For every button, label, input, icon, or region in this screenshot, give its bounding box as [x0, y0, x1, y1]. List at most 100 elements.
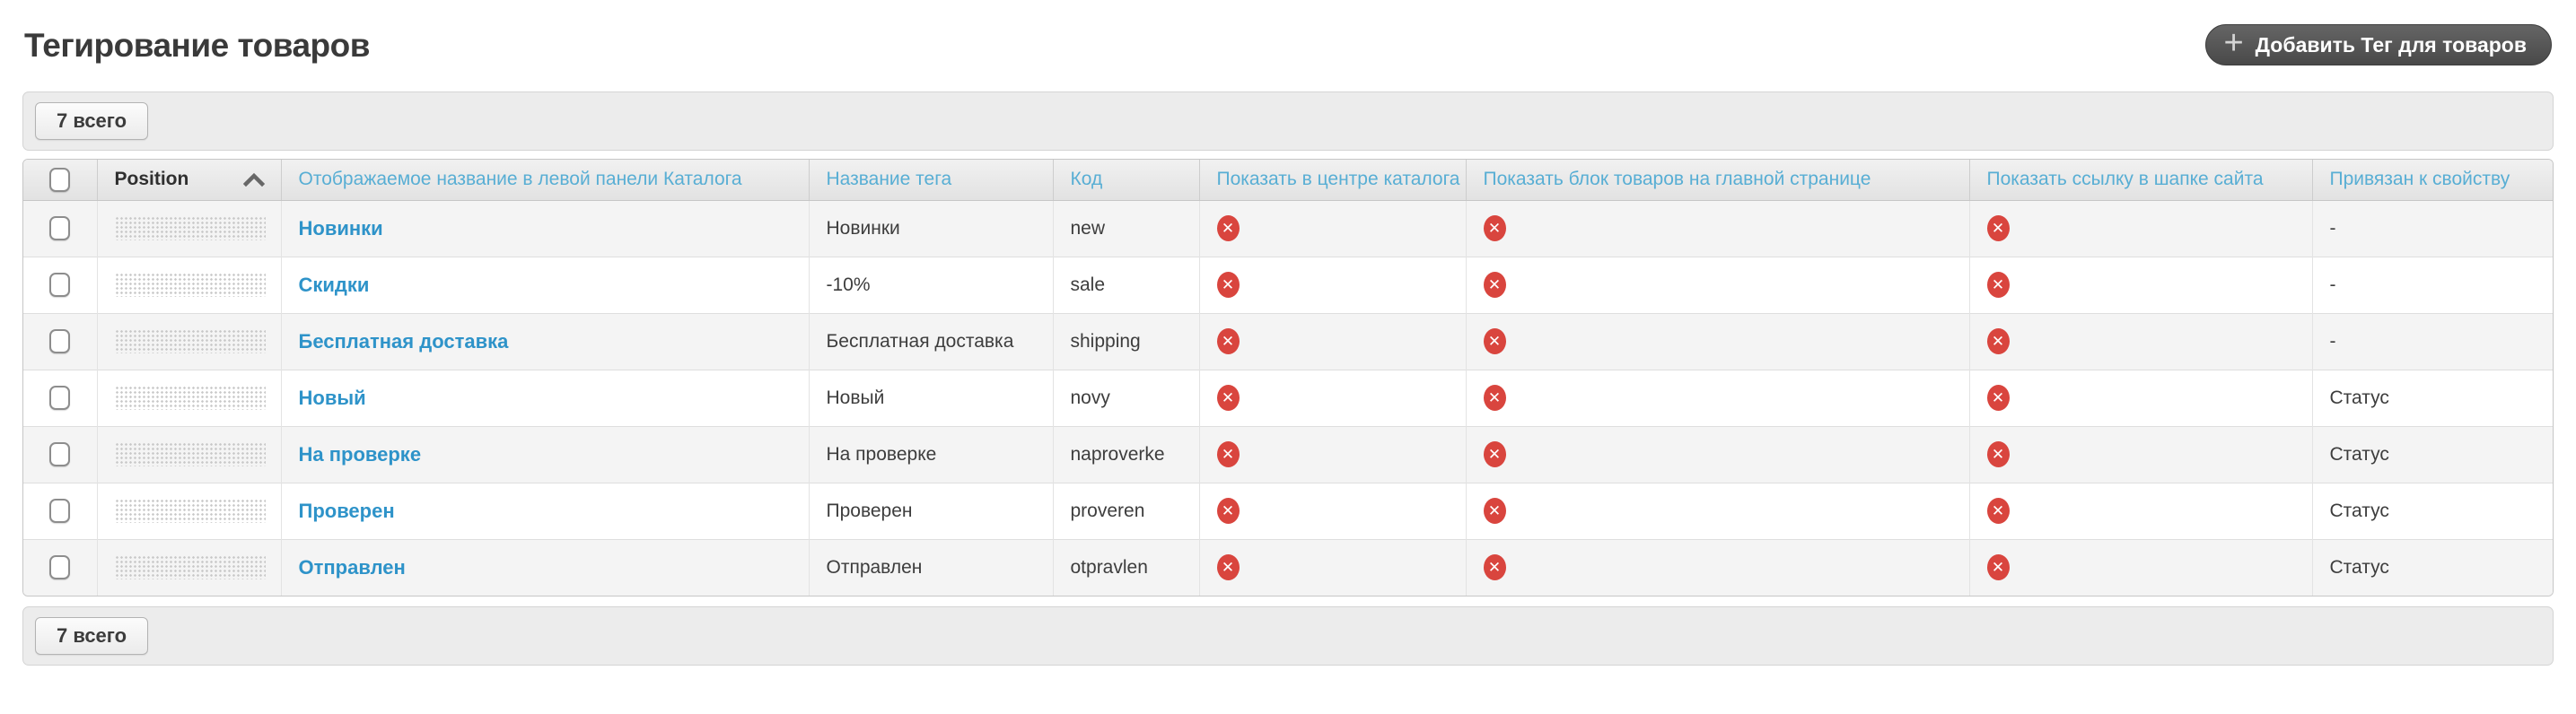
cross-circle-icon[interactable]: ✕ [1986, 328, 2010, 354]
show-block-on-main-cell: ✕ [1466, 425, 1970, 483]
cross-circle-icon[interactable]: ✕ [1986, 498, 2010, 524]
drag-handle[interactable] [114, 442, 266, 466]
cross-circle-icon[interactable]: ✕ [1483, 554, 1506, 581]
display-name-cell: Новый [281, 369, 810, 426]
column-header-code[interactable]: Код [1053, 160, 1200, 201]
tag-name-cell: Бесплатная доставка [809, 312, 1054, 370]
drag-handle[interactable] [114, 216, 266, 240]
column-header-show-in-catalog-center[interactable]: Показать в центре каталога [1199, 160, 1467, 201]
column-header-position-label: Position [114, 169, 189, 190]
cross-circle-icon[interactable]: ✕ [1483, 328, 1506, 354]
cross-circle-icon[interactable]: ✕ [1216, 498, 1240, 524]
add-tag-button-label: Добавить Тег для товаров [2255, 32, 2527, 57]
code-cell: shipping [1053, 312, 1200, 370]
position-cell [97, 312, 282, 370]
drag-handle[interactable] [114, 499, 266, 523]
column-header-linked-property[interactable]: Привязан к свойству [2312, 160, 2553, 201]
show-link-in-header-cell: ✕ [1969, 369, 2313, 426]
row-select-cell [23, 482, 98, 539]
cross-circle-icon[interactable]: ✕ [1216, 554, 1240, 581]
table-row: Отправлен Отправлен otpravlen ✕ ✕ ✕ Стат… [23, 538, 2553, 596]
show-link-in-header-cell: ✕ [1969, 482, 2313, 539]
cross-circle-icon[interactable]: ✕ [1483, 385, 1506, 411]
top-toolbar: 7 всего [22, 91, 2554, 151]
select-all-header-cell [23, 160, 98, 201]
linked-property-cell: Статус [2312, 425, 2553, 483]
table-row: Новинки Новинки new ✕ ✕ ✕ - [23, 200, 2553, 257]
row-select-cell [23, 200, 98, 257]
row-checkbox[interactable] [49, 555, 71, 580]
linked-property-cell: - [2329, 217, 2336, 239]
cross-circle-icon[interactable]: ✕ [1483, 498, 1506, 524]
cross-circle-icon[interactable]: ✕ [1216, 272, 1240, 298]
table-row: Новый Новый novy ✕ ✕ ✕ Статус [23, 369, 2553, 426]
code-cell: naproverke [1053, 425, 1200, 483]
row-checkbox[interactable] [49, 386, 71, 410]
column-header-tag-name[interactable]: Название тега [809, 160, 1054, 201]
tag-display-name-link[interactable]: Проверен [299, 500, 395, 522]
tag-display-name-link[interactable]: Новый [299, 387, 366, 409]
tag-display-name-link[interactable]: Бесплатная доставка [299, 330, 509, 353]
total-count-button[interactable]: 7 всего [35, 617, 149, 655]
add-tag-button[interactable]: + Добавить Тег для товаров [2205, 24, 2552, 65]
drag-handle[interactable] [114, 555, 266, 580]
column-header-show-link-in-header[interactable]: Показать ссылку в шапке сайта [1969, 160, 2313, 201]
show-block-on-main-cell: ✕ [1466, 482, 1970, 539]
tag-display-name-link[interactable]: Новинки [299, 217, 383, 239]
drag-handle[interactable] [114, 273, 266, 297]
column-header-position[interactable]: Position [97, 160, 282, 201]
cross-circle-icon[interactable]: ✕ [1986, 441, 2010, 467]
show-link-in-header-cell: ✕ [1969, 256, 2313, 313]
total-count-button[interactable]: 7 всего [35, 102, 149, 140]
row-checkbox[interactable] [49, 273, 71, 297]
row-checkbox[interactable] [49, 499, 71, 523]
row-checkbox[interactable] [49, 216, 71, 240]
row-checkbox[interactable] [49, 329, 71, 353]
page-title: Тегирование товаров [24, 27, 371, 64]
cross-circle-icon[interactable]: ✕ [1986, 554, 2010, 581]
cross-circle-icon[interactable]: ✕ [1986, 272, 2010, 298]
show-in-catalog-center-cell: ✕ [1199, 538, 1467, 596]
code-cell: proveren [1053, 482, 1200, 539]
drag-handle[interactable] [114, 386, 266, 410]
column-header-show-block-on-main[interactable]: Показать блок товаров на главной страниц… [1466, 160, 1970, 201]
linked-property-cell: Статус [2312, 538, 2553, 596]
row-select-cell [23, 425, 98, 483]
cross-circle-icon[interactable]: ✕ [1216, 328, 1240, 354]
show-block-on-main-cell: ✕ [1466, 200, 1970, 257]
cross-circle-icon[interactable]: ✕ [1986, 385, 2010, 411]
display-name-cell: Отправлен [281, 538, 810, 596]
cross-circle-icon[interactable]: ✕ [1483, 441, 1506, 467]
tag-name-cell: Проверен [809, 482, 1054, 539]
drag-handle[interactable] [114, 329, 266, 353]
row-select-cell [23, 369, 98, 426]
position-cell [97, 200, 282, 257]
show-block-on-main-cell: ✕ [1466, 369, 1970, 426]
tag-display-name-link[interactable]: Отправлен [299, 556, 406, 579]
display-name-cell: Скидки [281, 256, 810, 313]
position-cell [97, 482, 282, 539]
tag-display-name-link[interactable]: Скидки [299, 274, 370, 296]
show-block-on-main-cell: ✕ [1466, 256, 1970, 313]
column-header-display-name[interactable]: Отображаемое название в левой панели Кат… [281, 160, 810, 201]
cross-circle-icon[interactable]: ✕ [1483, 272, 1506, 298]
position-cell [97, 538, 282, 596]
tag-display-name-link[interactable]: На проверке [299, 443, 422, 466]
tags-table: Position Отображаемое название в левой п… [22, 159, 2554, 596]
row-checkbox[interactable] [49, 442, 71, 466]
display-name-cell: Проверен [281, 482, 810, 539]
tag-name-cell: Новый [809, 369, 1054, 426]
cross-circle-icon[interactable]: ✕ [1483, 215, 1506, 241]
show-in-catalog-center-cell: ✕ [1199, 312, 1467, 370]
cross-circle-icon[interactable]: ✕ [1216, 385, 1240, 411]
bottom-toolbar: 7 всего [22, 606, 2554, 666]
show-block-on-main-cell: ✕ [1466, 312, 1970, 370]
code-cell: novy [1053, 369, 1200, 426]
display-name-cell: Бесплатная доставка [281, 312, 810, 370]
table-row: Бесплатная доставка Бесплатная доставка … [23, 312, 2553, 370]
cross-circle-icon[interactable]: ✕ [1216, 441, 1240, 467]
select-all-checkbox[interactable] [49, 167, 71, 192]
display-name-cell: Новинки [281, 200, 810, 257]
cross-circle-icon[interactable]: ✕ [1986, 215, 2010, 241]
cross-circle-icon[interactable]: ✕ [1216, 215, 1240, 241]
